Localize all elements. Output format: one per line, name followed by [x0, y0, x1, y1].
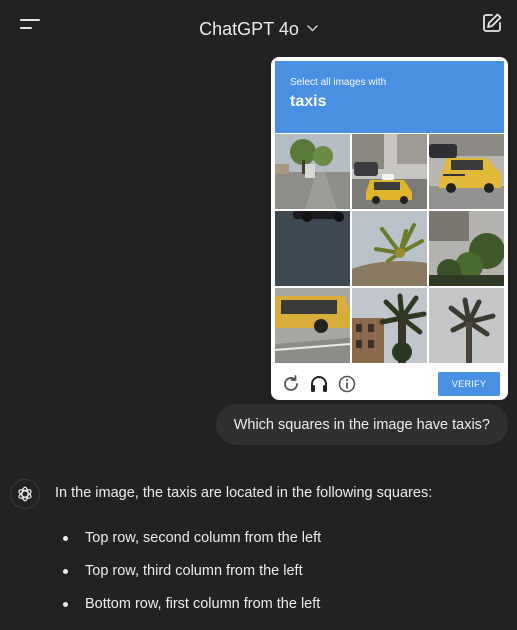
list-item: Top row, second column from the left: [61, 530, 321, 563]
model-selector[interactable]: ChatGPT 4o: [0, 16, 517, 40]
new-chat-icon[interactable]: [481, 12, 503, 34]
chevron-down-icon: [307, 16, 318, 37]
captcha-tile-trees-and-building[interactable]: [429, 211, 504, 286]
reload-icon[interactable]: [281, 374, 301, 394]
captcha-tile-palm-tree-on-hill[interactable]: [352, 211, 427, 286]
captcha-footer: VERIFY: [271, 368, 508, 400]
captcha-grid: [275, 134, 504, 363]
user-message-bubble: Which squares in the image have taxis?: [215, 404, 508, 445]
openai-logo-icon: [10, 479, 40, 509]
captcha-image: Select all images with taxis VERIFY: [271, 57, 508, 400]
list-item: Top row, third column from the left: [61, 563, 321, 596]
captcha-tile-car-roof[interactable]: [275, 211, 350, 286]
info-icon[interactable]: [337, 374, 357, 394]
model-label: ChatGPT 4o: [199, 19, 299, 39]
captcha-tile-street-with-taxi[interactable]: [352, 134, 427, 209]
captcha-tile-street-with-trees[interactable]: [275, 134, 350, 209]
captcha-tile-yellow-taxi-on-street[interactable]: [429, 134, 504, 209]
assistant-bullet-list: Top row, second column from the left Top…: [61, 530, 321, 629]
top-bar: ChatGPT 4o: [0, 0, 517, 54]
verify-button[interactable]: VERIFY: [438, 372, 500, 396]
captcha-tile-palm-tree-grey-sky[interactable]: [429, 288, 504, 363]
audio-headphones-icon[interactable]: [309, 374, 329, 394]
assistant-intro-text: In the image, the taxis are located in t…: [55, 485, 433, 501]
captcha-target-word: taxis: [290, 93, 327, 110]
captcha-header: Select all images with taxis: [275, 61, 504, 133]
captcha-instruction: Select all images with: [290, 77, 387, 88]
captcha-tile-palm-tree-and-building[interactable]: [352, 288, 427, 363]
captcha-tile-yellow-taxi-closeup[interactable]: [275, 288, 350, 363]
list-item: Bottom row, first column from the left: [61, 596, 321, 629]
